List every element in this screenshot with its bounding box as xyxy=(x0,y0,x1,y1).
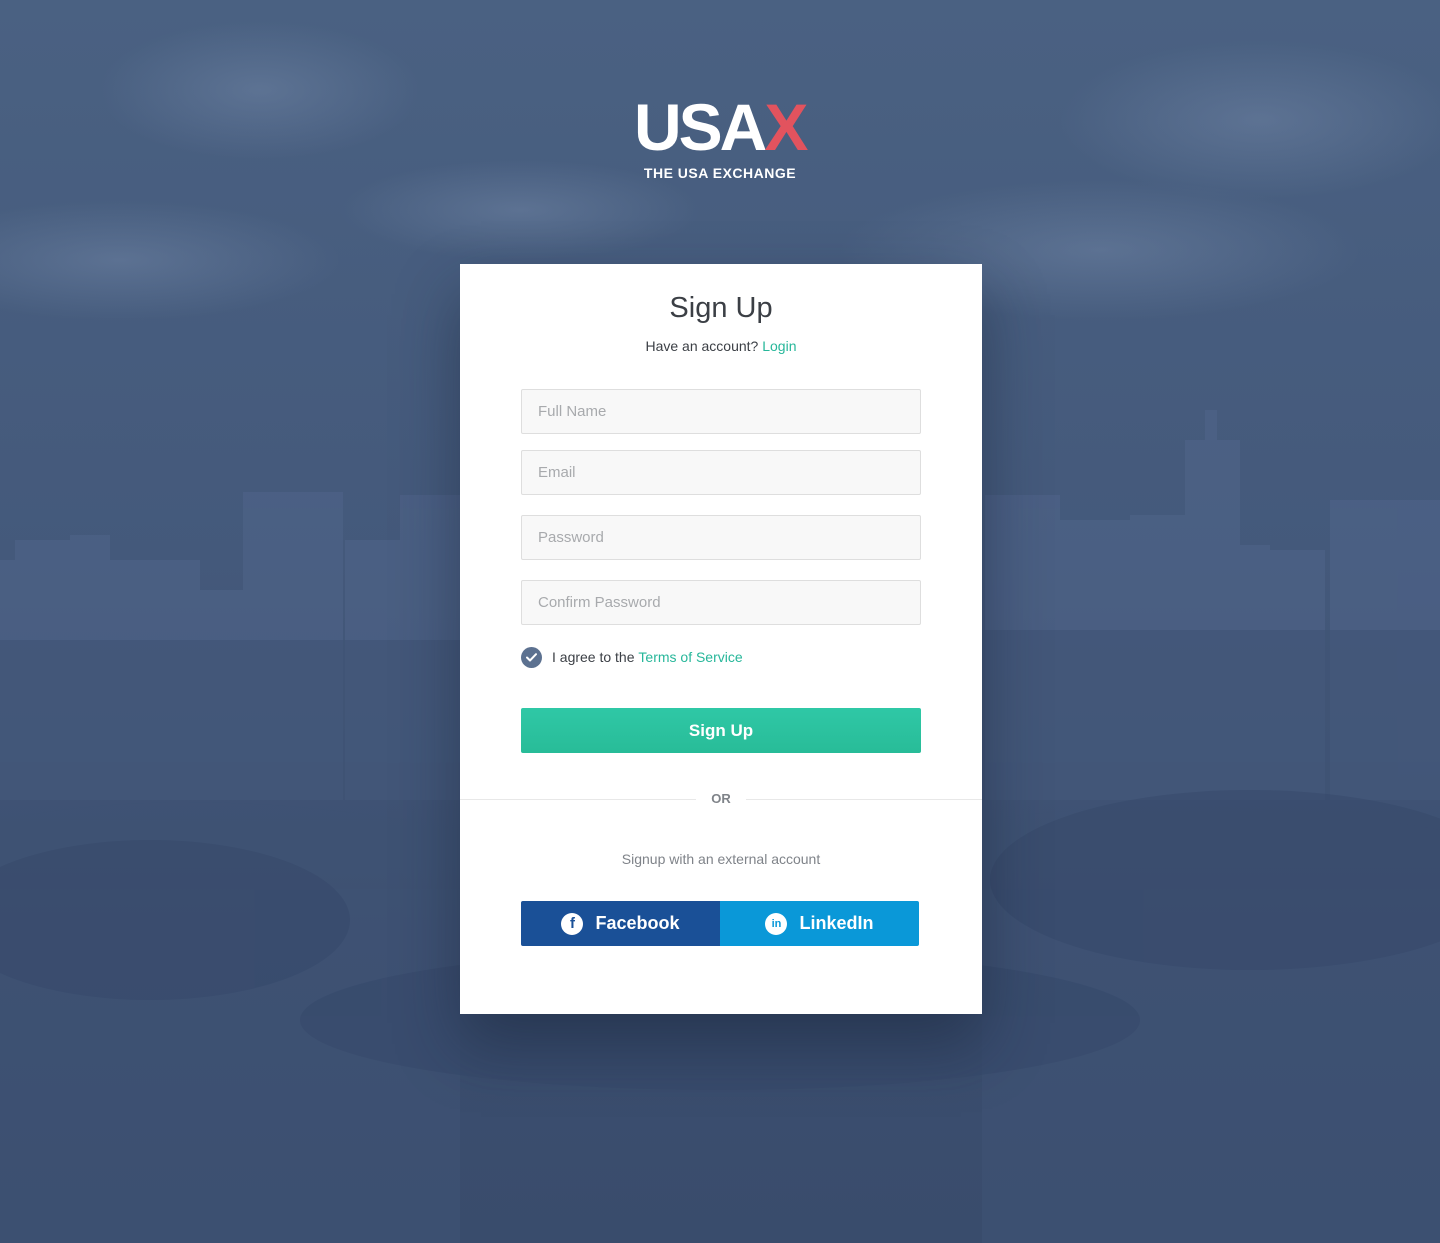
terms-checkbox[interactable] xyxy=(521,646,542,668)
login-link[interactable]: Login xyxy=(762,338,796,354)
or-divider-label: OR xyxy=(711,791,731,806)
terms-of-service-link[interactable]: Terms of Service xyxy=(638,649,742,665)
facebook-label: Facebook xyxy=(595,913,680,933)
logo-accent-x: X xyxy=(764,90,808,164)
checkmark-icon xyxy=(526,652,537,661)
linkedin-icon: in xyxy=(765,912,788,935)
external-signup-prompt: Signup with an external account xyxy=(621,851,821,867)
have-account-line: Have an account? Login xyxy=(460,338,982,354)
page-title: Sign Up xyxy=(669,292,773,324)
linkedin-label: LinkedIn xyxy=(799,913,874,933)
logo-tagline: THE USA EXCHANGE xyxy=(643,165,797,181)
terms-prefix-text: I agree to the xyxy=(552,649,635,665)
confirm-password-input[interactable] xyxy=(521,580,921,625)
sign-up-button[interactable]: Sign Up xyxy=(521,708,921,753)
have-account-text: Have an account? xyxy=(645,338,759,354)
logo-wordmark: USAX xyxy=(634,90,808,164)
signup-card: Sign Up Have an account? Login I agree t… xyxy=(460,264,982,1014)
facebook-signup-button[interactable]: f Facebook xyxy=(521,901,720,946)
linkedin-signup-button[interactable]: in LinkedIn xyxy=(720,901,919,946)
email-input[interactable] xyxy=(521,450,921,495)
facebook-icon: f xyxy=(561,912,584,935)
usax-logo[interactable]: USAX THE USA EXCHANGE xyxy=(620,92,820,192)
full-name-input[interactable] xyxy=(521,389,921,434)
terms-agreement: I agree to the Terms of Service xyxy=(521,646,743,668)
password-input[interactable] xyxy=(521,515,921,560)
